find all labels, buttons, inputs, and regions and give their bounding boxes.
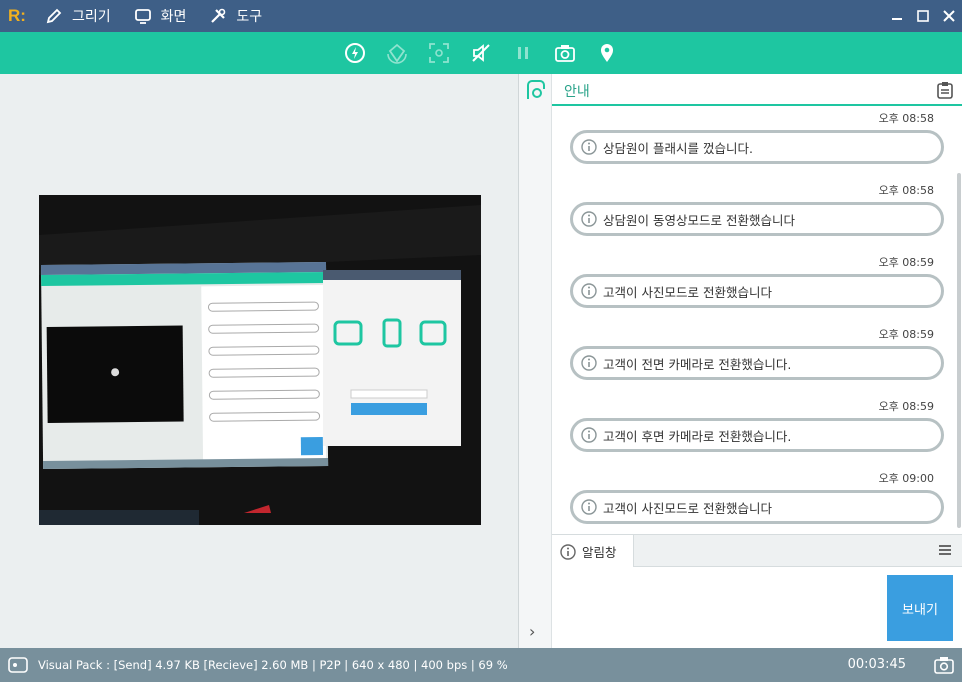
message-time: 오후 09:00 bbox=[878, 472, 934, 485]
info-icon bbox=[581, 211, 597, 227]
info-icon bbox=[581, 283, 597, 299]
hamburger-menu-icon[interactable] bbox=[938, 543, 952, 557]
chat-title: 안내 bbox=[564, 84, 590, 100]
session-timer: 00:03:45 bbox=[847, 657, 906, 672]
monitor-icon bbox=[134, 9, 151, 24]
mute-button[interactable] bbox=[460, 32, 502, 74]
menu-draw[interactable]: 그리기 bbox=[44, 0, 123, 32]
screen-share-icon bbox=[8, 657, 28, 673]
toolbar bbox=[0, 32, 962, 74]
info-icon bbox=[581, 139, 597, 155]
message-input-area[interactable]: 보내기 bbox=[552, 567, 962, 648]
pause-button[interactable] bbox=[502, 32, 544, 74]
message-text: 상담원이 동영상모드로 전환했습니다 bbox=[603, 212, 795, 228]
message-bubble: 고객이 사진모드로 전환했습니다 bbox=[570, 274, 944, 308]
message-text: 상담원이 플래시를 껐습니다. bbox=[603, 140, 753, 156]
pause-icon bbox=[518, 47, 528, 59]
close-button[interactable] bbox=[936, 0, 962, 32]
clipboard-icon[interactable] bbox=[936, 81, 954, 99]
minimize-icon bbox=[892, 18, 902, 20]
pen-icon bbox=[46, 8, 62, 24]
message-text: 고객이 사진모드로 전환했습니다 bbox=[603, 284, 772, 300]
tab-alerts-label: 알림창 bbox=[582, 545, 617, 560]
menu-tools[interactable]: 도구 bbox=[208, 0, 274, 32]
mute-icon bbox=[472, 44, 490, 62]
connection-status-text: Visual Pack : [Send] 4.97 KB [Recieve] 2… bbox=[38, 658, 508, 672]
focus-button[interactable] bbox=[418, 32, 460, 74]
message-time: 오후 08:58 bbox=[878, 112, 934, 125]
info-icon bbox=[581, 427, 597, 443]
send-button[interactable]: 보내기 bbox=[887, 575, 953, 641]
message-bubble: 고객이 사진모드로 전환했습니다 bbox=[570, 490, 944, 524]
message-text: 고객이 사진모드로 전환했습니다 bbox=[603, 500, 772, 516]
tab-alerts[interactable]: 알림창 bbox=[552, 535, 634, 568]
location-button[interactable] bbox=[586, 32, 628, 74]
collapse-chevron-icon[interactable]: › bbox=[529, 622, 535, 641]
menu-tools-label: 도구 bbox=[236, 9, 263, 25]
message-time: 오후 08:59 bbox=[878, 328, 934, 341]
camera-icon bbox=[555, 45, 575, 62]
message-bubble: 고객이 후면 카메라로 전환했습니다. bbox=[570, 418, 944, 452]
chat-toggle-icon[interactable] bbox=[525, 79, 545, 103]
info-icon bbox=[560, 543, 576, 560]
stream-image bbox=[39, 195, 481, 525]
side-gutter: › bbox=[519, 74, 552, 648]
chat-messages: 오후 08:58 상담원이 플래시를 껐습니다. 오후 08:58 상담원이 동… bbox=[552, 107, 962, 534]
rotate-button[interactable] bbox=[376, 32, 418, 74]
info-icon bbox=[581, 355, 597, 371]
camera-icon[interactable] bbox=[934, 656, 954, 674]
tools-icon bbox=[211, 8, 226, 23]
video-pane bbox=[0, 74, 519, 648]
info-icon bbox=[581, 499, 597, 515]
menu-screen-label: 화면 bbox=[160, 9, 187, 25]
status-bar: Visual Pack : [Send] 4.97 KB [Recieve] 2… bbox=[0, 648, 962, 682]
close-icon bbox=[943, 10, 955, 22]
location-icon bbox=[601, 44, 613, 62]
menu-draw-label: 그리기 bbox=[72, 9, 111, 25]
message-time: 오후 08:59 bbox=[878, 256, 934, 269]
app-logo: R: bbox=[8, 6, 26, 25]
alert-tab-bar: 알림창 bbox=[552, 534, 962, 568]
menu-screen[interactable]: 화면 bbox=[133, 0, 199, 32]
flash-icon bbox=[345, 43, 365, 63]
message-bubble: 상담원이 플래시를 껐습니다. bbox=[570, 130, 944, 164]
scrollbar-thumb[interactable] bbox=[957, 173, 961, 528]
rotate-icon bbox=[387, 43, 407, 64]
title-bar: R: 그리기 화면 도구 bbox=[0, 0, 962, 32]
message-bubble: 고객이 전면 카메라로 전환했습니다. bbox=[570, 346, 944, 380]
message-text: 고객이 후면 카메라로 전환했습니다. bbox=[603, 428, 792, 444]
maximize-icon bbox=[917, 10, 929, 22]
chat-scrollbar[interactable] bbox=[956, 107, 962, 534]
message-text: 고객이 전면 카메라로 전환했습니다. bbox=[603, 356, 792, 372]
chat-header: 안내 bbox=[552, 74, 962, 106]
flash-button[interactable] bbox=[334, 32, 376, 74]
focus-icon bbox=[429, 43, 449, 63]
message-bubble: 상담원이 동영상모드로 전환했습니다 bbox=[570, 202, 944, 236]
capture-button[interactable] bbox=[544, 32, 586, 74]
message-time: 오후 08:58 bbox=[878, 184, 934, 197]
minimize-button[interactable] bbox=[884, 0, 910, 32]
maximize-button[interactable] bbox=[910, 0, 936, 32]
message-time: 오후 08:59 bbox=[878, 400, 934, 413]
camera-stream bbox=[39, 195, 481, 525]
